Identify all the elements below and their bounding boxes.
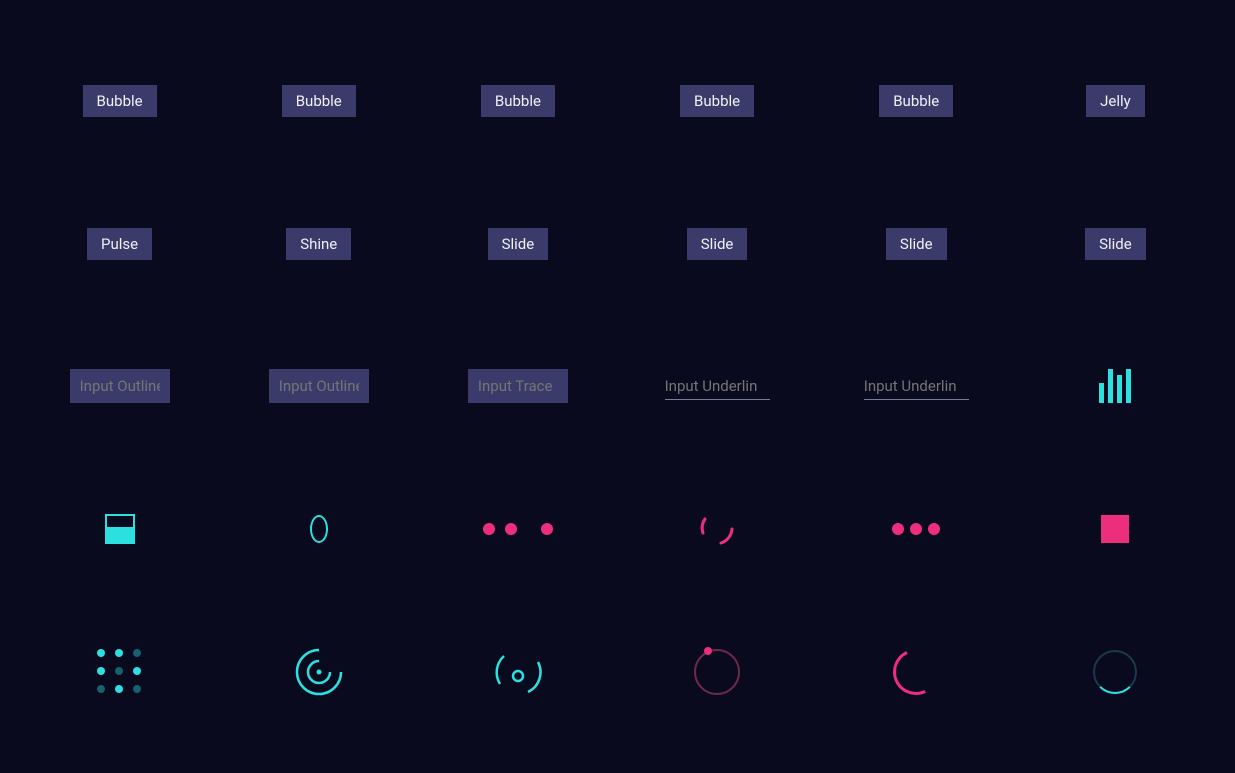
- cell: [817, 600, 1016, 743]
- cell: [219, 315, 418, 458]
- loader-square-icon: [1101, 515, 1129, 543]
- loader-dots-row-icon: [892, 523, 940, 535]
- cell: Slide: [618, 173, 817, 316]
- cell: Pulse: [20, 173, 219, 316]
- loader-arc-broken-icon: [695, 507, 739, 551]
- input-outline-1[interactable]: [70, 369, 170, 403]
- button-slide-3[interactable]: Slide: [886, 228, 947, 260]
- loader-bars-icon: [1099, 369, 1131, 403]
- cell: [817, 458, 1016, 601]
- cell: [618, 600, 817, 743]
- cell: [418, 315, 617, 458]
- cell: Slide: [1016, 173, 1215, 316]
- button-jelly[interactable]: Jelly: [1086, 85, 1145, 117]
- loader-box-fill-icon: [105, 514, 135, 544]
- loader-ring-dot-icon: [694, 649, 740, 695]
- cell: Jelly: [1016, 30, 1215, 173]
- loader-dots-gap-icon: [483, 523, 553, 535]
- cell: [219, 600, 418, 743]
- button-bubble-5[interactable]: Bubble: [879, 85, 953, 117]
- loader-oval-icon: [310, 515, 328, 543]
- cell: [1016, 315, 1215, 458]
- cell: [618, 315, 817, 458]
- button-slide-2[interactable]: Slide: [687, 228, 748, 260]
- cell: Bubble: [817, 30, 1016, 173]
- cell: [418, 600, 617, 743]
- cell: [20, 600, 219, 743]
- cell: [817, 315, 1016, 458]
- button-shine[interactable]: Shine: [286, 228, 351, 260]
- cell: Bubble: [219, 30, 418, 173]
- loader-dot-grid-icon: [97, 649, 143, 695]
- button-pulse[interactable]: Pulse: [87, 228, 152, 260]
- input-underline-1[interactable]: [665, 373, 770, 400]
- input-outline-2[interactable]: [269, 369, 369, 403]
- loader-ring-arc-pink-icon: [887, 642, 946, 701]
- cell: [1016, 600, 1215, 743]
- cell: Bubble: [618, 30, 817, 173]
- button-bubble-3[interactable]: Bubble: [481, 85, 555, 117]
- cell: [1016, 458, 1215, 601]
- button-slide-4[interactable]: Slide: [1085, 228, 1146, 260]
- cell: Shine: [219, 173, 418, 316]
- button-bubble-4[interactable]: Bubble: [680, 85, 754, 117]
- button-bubble-1[interactable]: Bubble: [83, 85, 157, 117]
- cell: [219, 458, 418, 601]
- cell: [20, 315, 219, 458]
- input-underline-2[interactable]: [864, 373, 969, 400]
- cell: [20, 458, 219, 601]
- cell: [418, 458, 617, 601]
- cell: Slide: [418, 173, 617, 316]
- button-slide-1[interactable]: Slide: [488, 228, 549, 260]
- button-bubble-2[interactable]: Bubble: [282, 85, 356, 117]
- cell: Bubble: [20, 30, 219, 173]
- input-trace[interactable]: [468, 369, 568, 403]
- loader-orbit-icon: [490, 644, 546, 700]
- component-grid: Bubble Bubble Bubble Bubble Bubble Jelly…: [0, 0, 1235, 773]
- cell: [618, 458, 817, 601]
- loader-nested-arcs-icon: [291, 644, 347, 700]
- cell: Bubble: [418, 30, 617, 173]
- cell: Slide: [817, 173, 1016, 316]
- loader-ring-thin-icon: [1093, 650, 1137, 694]
